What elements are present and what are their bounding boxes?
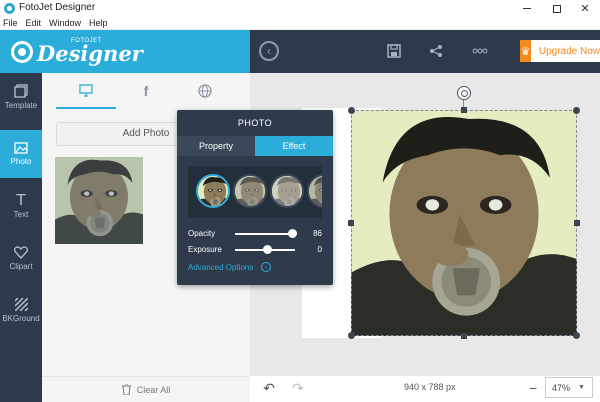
resize-handle-top-left[interactable] bbox=[348, 107, 355, 114]
menu-window[interactable]: Window bbox=[49, 17, 81, 29]
effects-strip bbox=[188, 166, 322, 218]
sidebar-item-label: Photo bbox=[10, 157, 32, 166]
effect-thumbnail[interactable] bbox=[307, 174, 322, 208]
photo-source-tabs: f bbox=[42, 73, 250, 109]
logo-icon bbox=[11, 41, 33, 63]
window-title: FotoJet Designer bbox=[19, 2, 96, 13]
menu-edit[interactable]: Edit bbox=[26, 17, 42, 29]
popover-title: PHOTO bbox=[237, 118, 273, 128]
undo-icon: ↶ bbox=[263, 379, 275, 396]
thumbnail-image bbox=[55, 157, 143, 244]
exposure-value: 0 bbox=[317, 245, 322, 254]
more-icon bbox=[472, 48, 488, 54]
effect-thumbnail[interactable] bbox=[233, 174, 267, 208]
opacity-label: Opacity bbox=[188, 229, 216, 238]
sidebar-item-label: BKGround bbox=[2, 313, 40, 323]
text-icon: T bbox=[16, 191, 26, 209]
sidebar-item-label: Text bbox=[13, 210, 29, 219]
clear-all-label: Clear All bbox=[136, 384, 171, 395]
sidebar-item-label: Template bbox=[4, 101, 38, 110]
chevron-down-icon[interactable]: ⌄ bbox=[261, 262, 271, 272]
back-button[interactable]: ‹ bbox=[259, 41, 279, 61]
maximize-button[interactable] bbox=[542, 0, 572, 17]
chevron-down-icon: ▼ bbox=[578, 384, 585, 391]
sidebar-item-template[interactable]: Template bbox=[0, 73, 42, 121]
resize-handle-top-right[interactable] bbox=[573, 107, 580, 114]
crown-icon: ♛ bbox=[520, 40, 531, 62]
logo-designer-text: Designer bbox=[37, 41, 143, 66]
redo-button[interactable]: ↷ bbox=[290, 380, 306, 396]
photo-thumbnail[interactable] bbox=[55, 157, 143, 244]
resize-handle-bottom-left[interactable] bbox=[348, 332, 355, 339]
template-icon bbox=[14, 84, 28, 98]
menu-help[interactable]: Help bbox=[89, 17, 108, 29]
resize-handle-top[interactable] bbox=[461, 107, 467, 113]
trash-icon bbox=[121, 384, 131, 395]
opacity-value: 86 bbox=[313, 229, 322, 238]
menu-bar: File Edit Window Help bbox=[0, 17, 600, 30]
tab-effect[interactable]: Effect bbox=[255, 136, 333, 156]
upgrade-button[interactable]: ♛ Upgrade Now bbox=[520, 40, 600, 62]
maximize-icon bbox=[553, 4, 561, 13]
sidebar-item-photo[interactable]: Photo bbox=[0, 130, 42, 178]
resize-handle-bottom[interactable] bbox=[461, 333, 467, 339]
opacity-slider-track[interactable] bbox=[235, 233, 295, 235]
opacity-slider-knob[interactable] bbox=[288, 229, 297, 238]
save-icon bbox=[387, 44, 401, 58]
redo-icon: ↷ bbox=[292, 379, 304, 396]
close-icon: ✕ bbox=[580, 3, 590, 15]
effect-thumbnail[interactable] bbox=[270, 174, 304, 208]
effect-thumbnail[interactable] bbox=[196, 174, 230, 208]
rotate-handle[interactable] bbox=[457, 86, 471, 100]
share-button[interactable] bbox=[425, 40, 447, 62]
tab-web[interactable] bbox=[175, 73, 235, 109]
zoom-value: 47% bbox=[552, 382, 571, 393]
resize-handle-left[interactable] bbox=[348, 220, 354, 226]
zoom-select[interactable]: 47% ▼ bbox=[545, 377, 593, 398]
canvas-dimensions: 940 x 788 px bbox=[404, 382, 456, 392]
clear-all-button[interactable]: Clear All bbox=[42, 376, 250, 402]
web-icon bbox=[198, 84, 212, 98]
menu-file[interactable]: File bbox=[3, 17, 18, 29]
resize-handle-right[interactable] bbox=[574, 220, 580, 226]
sidebar-item-text[interactable]: T Text bbox=[0, 182, 42, 230]
zoom-out-button[interactable]: − bbox=[529, 380, 537, 396]
sidebar-item-label: Clipart bbox=[9, 261, 33, 271]
app-icon bbox=[4, 3, 15, 14]
minimize-icon bbox=[523, 8, 531, 9]
computer-icon bbox=[79, 83, 93, 97]
window-titlebar: FotoJet Designer ✕ bbox=[0, 0, 600, 17]
more-button[interactable] bbox=[469, 40, 491, 62]
sidebar-item-bkground[interactable]: BKGround bbox=[0, 286, 42, 334]
tab-computer[interactable] bbox=[56, 73, 116, 109]
selection-box bbox=[351, 110, 577, 336]
tab-property[interactable]: Property bbox=[177, 136, 255, 156]
advanced-options-link[interactable]: Advanced Options bbox=[188, 263, 253, 272]
facebook-icon: f bbox=[143, 83, 149, 99]
share-icon bbox=[430, 45, 442, 57]
heart-icon bbox=[14, 245, 28, 259]
sidebar-item-clipart[interactable]: Clipart bbox=[0, 234, 42, 282]
chevron-left-icon: ‹ bbox=[267, 44, 271, 58]
exposure-label: Exposure bbox=[188, 245, 222, 254]
save-button[interactable] bbox=[383, 40, 405, 62]
undo-button[interactable]: ↶ bbox=[261, 380, 277, 396]
minimize-button[interactable] bbox=[512, 0, 542, 17]
resize-handle-bottom-right[interactable] bbox=[573, 332, 580, 339]
close-button[interactable]: ✕ bbox=[570, 0, 600, 17]
upgrade-label: Upgrade Now bbox=[538, 45, 600, 57]
tab-facebook[interactable]: f bbox=[116, 73, 176, 109]
background-icon bbox=[14, 297, 28, 311]
exposure-slider-knob[interactable] bbox=[263, 245, 272, 254]
photo-icon bbox=[14, 142, 28, 154]
